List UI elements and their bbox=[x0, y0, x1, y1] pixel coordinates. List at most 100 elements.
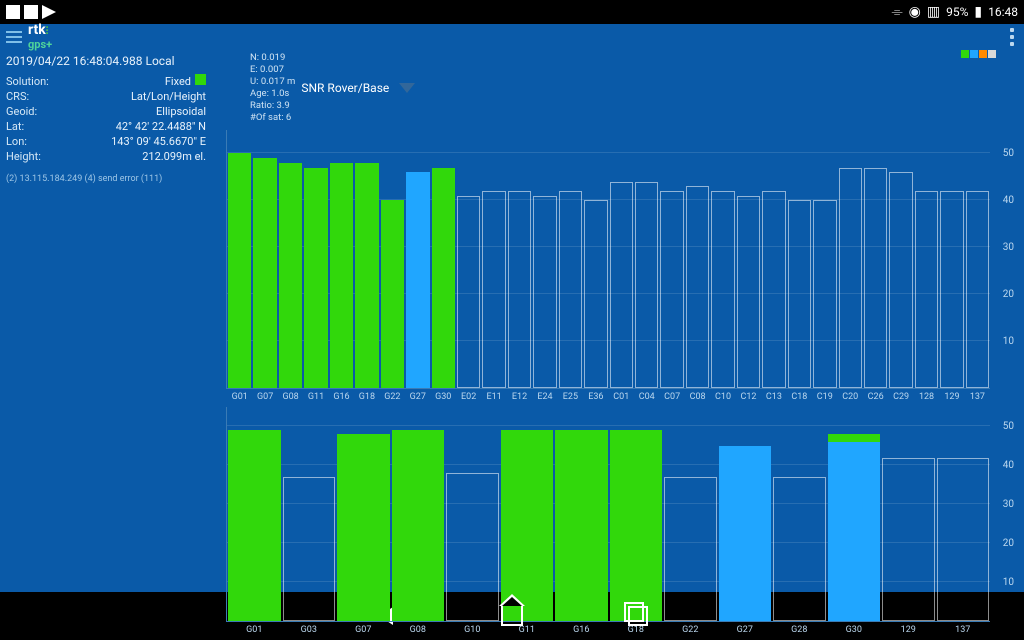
bar-slot: G30 bbox=[828, 407, 881, 621]
x-label: 129 bbox=[882, 625, 935, 635]
notif-icon bbox=[42, 5, 56, 19]
rover-bar bbox=[719, 446, 772, 621]
bar-slot: G11 bbox=[501, 407, 554, 621]
base-bar bbox=[711, 191, 734, 388]
base-bar bbox=[737, 196, 760, 388]
x-label: E02 bbox=[457, 392, 480, 402]
charts-area: N: 0.019E: 0.007U: 0.017 mAge: 1.0sRatio… bbox=[212, 50, 1024, 590]
base-bar bbox=[559, 191, 582, 388]
rover-bar bbox=[381, 200, 404, 388]
base-bar bbox=[813, 200, 836, 388]
rover-bar bbox=[304, 168, 327, 388]
bar-slot: G18 bbox=[610, 407, 663, 621]
x-label: C13 bbox=[762, 392, 785, 402]
info-value: Ellipsoidal bbox=[156, 104, 206, 119]
app-logo: rtk⫶ gps+ bbox=[28, 24, 52, 51]
x-label: G27 bbox=[719, 625, 772, 635]
info-label: Height: bbox=[6, 149, 41, 164]
wifi-icon: ◉ bbox=[909, 4, 921, 20]
x-label: G18 bbox=[610, 625, 663, 635]
base-bar bbox=[937, 458, 990, 621]
info-row: Lon:143° 09' 45.6670" E bbox=[6, 134, 206, 149]
y-tick: 30 bbox=[1003, 499, 1014, 510]
base-bar bbox=[446, 473, 499, 621]
x-label: E11 bbox=[482, 392, 505, 402]
legend-chip bbox=[988, 50, 996, 58]
info-label: Solution: bbox=[6, 74, 49, 89]
base-bar bbox=[457, 196, 480, 388]
info-row: Geoid:Ellipsoidal bbox=[6, 104, 206, 119]
error-line: (2) 13.115.184.249 (4) send error (111) bbox=[6, 174, 206, 184]
bar-slot: C29 bbox=[889, 130, 912, 388]
x-label: G01 bbox=[228, 625, 281, 635]
bar-slot: E11 bbox=[482, 130, 505, 388]
y-tick: 40 bbox=[1003, 460, 1014, 471]
base-bar bbox=[940, 191, 963, 388]
bar-slot: G22 bbox=[664, 407, 717, 621]
rover-bar bbox=[337, 434, 390, 621]
bar-slot: G08 bbox=[392, 407, 445, 621]
info-row: CRS:Lat/Lon/Height bbox=[6, 89, 206, 104]
rover-bar bbox=[228, 430, 281, 621]
bar-slot: G27 bbox=[719, 407, 772, 621]
x-label: C08 bbox=[686, 392, 709, 402]
bar-slot: G10 bbox=[446, 407, 499, 621]
rover-bar bbox=[406, 172, 429, 388]
rover-bar bbox=[432, 168, 455, 388]
rover-bar bbox=[392, 430, 445, 621]
base-bar bbox=[635, 182, 658, 388]
x-label: E36 bbox=[584, 392, 607, 402]
bar-slot: 128 bbox=[915, 130, 938, 388]
bar-slot: C08 bbox=[686, 130, 709, 388]
timestamp: 2019/04/22 16:48:04.988 Local bbox=[6, 54, 206, 68]
dropdown-icon[interactable] bbox=[399, 83, 415, 93]
y-tick: 40 bbox=[1003, 195, 1014, 206]
battery-icon: ▮ bbox=[974, 4, 982, 20]
bar-slot: G01 bbox=[228, 130, 251, 388]
rover-bar bbox=[828, 442, 881, 621]
x-label: G16 bbox=[330, 392, 353, 402]
logo-gps: gps bbox=[28, 38, 46, 51]
x-label: G03 bbox=[283, 625, 336, 635]
x-label: G11 bbox=[304, 392, 327, 402]
x-label: G30 bbox=[432, 392, 455, 402]
info-value: 143° 09' 45.6670" E bbox=[111, 134, 206, 149]
y-tick: 10 bbox=[1003, 336, 1014, 347]
bar-slot: C13 bbox=[762, 130, 785, 388]
legend-chip bbox=[979, 50, 987, 58]
info-row: Height:212.099m el. bbox=[6, 149, 206, 164]
legend-chip bbox=[961, 50, 969, 58]
info-value: Fixed bbox=[165, 74, 206, 89]
chart-title-row: N: 0.019E: 0.007U: 0.017 mAge: 1.0sRatio… bbox=[218, 50, 990, 130]
y-tick: 10 bbox=[1003, 577, 1014, 588]
info-label: CRS: bbox=[6, 89, 29, 104]
x-label: G18 bbox=[355, 392, 378, 402]
rover-bar bbox=[355, 163, 378, 388]
snr-chart-top: 1020304050G01G07G08G11G16G18G22G27G30E02… bbox=[226, 130, 990, 389]
overflow-menu-icon[interactable] bbox=[1006, 24, 1018, 50]
x-label: G30 bbox=[828, 625, 881, 635]
legend bbox=[961, 50, 996, 58]
stat-line: N: 0.019 bbox=[250, 52, 295, 64]
x-label: C20 bbox=[839, 392, 862, 402]
bar-slot: E24 bbox=[533, 130, 556, 388]
x-label: G11 bbox=[501, 625, 554, 635]
y-tick: 50 bbox=[1003, 421, 1014, 432]
base-bar bbox=[283, 477, 336, 621]
base-bar bbox=[882, 458, 935, 621]
bar-slot: G30 bbox=[432, 130, 455, 388]
x-label: G08 bbox=[279, 392, 302, 402]
base-bar bbox=[839, 168, 862, 388]
nav-home-icon[interactable] bbox=[499, 603, 525, 629]
bar-slot: G11 bbox=[304, 130, 327, 388]
signal-icon: ⫶ bbox=[46, 26, 49, 37]
legend-chip bbox=[970, 50, 978, 58]
rover-bar bbox=[279, 163, 302, 388]
bar-slot: C26 bbox=[864, 130, 887, 388]
bar-slot: G08 bbox=[279, 130, 302, 388]
menu-icon[interactable] bbox=[6, 31, 22, 43]
nav-recent-icon[interactable] bbox=[625, 603, 651, 629]
content: 2019/04/22 16:48:04.988 Local Solution: F… bbox=[0, 50, 1024, 590]
bar-slot: G28 bbox=[773, 407, 826, 621]
base-bar bbox=[762, 191, 785, 388]
